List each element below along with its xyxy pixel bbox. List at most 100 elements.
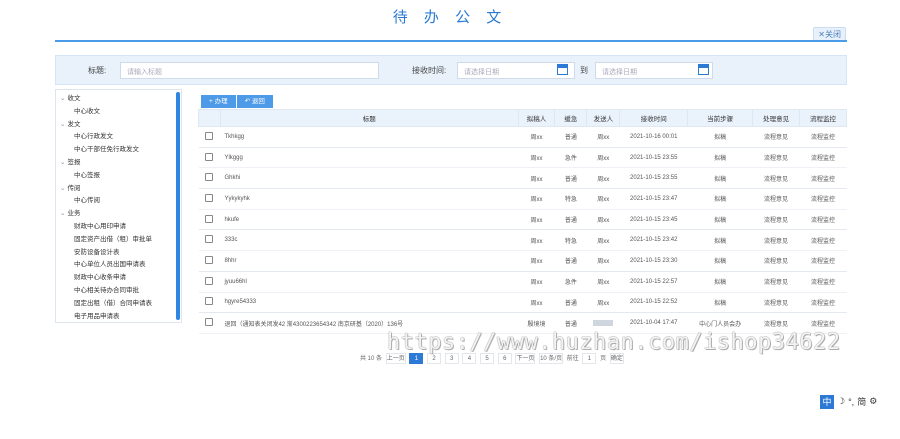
to-label: 到 xyxy=(580,66,588,75)
cell-sender: 周xx xyxy=(586,229,620,252)
cell-opinion[interactable]: 流程意见 xyxy=(752,167,800,190)
col-title[interactable]: 标题 xyxy=(219,109,519,127)
tree-group[interactable]: ⌄ 签报 xyxy=(60,156,80,166)
row-checkbox[interactable] xyxy=(205,214,214,223)
col-opinion[interactable]: 处理意见 xyxy=(752,109,801,127)
col-time[interactable]: 接收时间 xyxy=(619,109,689,127)
cell-title[interactable]: 333c xyxy=(220,229,518,252)
cell-monitor[interactable]: 流程监控 xyxy=(799,167,847,190)
col-urgency[interactable]: 缓急 xyxy=(554,109,588,127)
cell-opinion[interactable]: 流程意见 xyxy=(752,292,800,314)
row-checkbox[interactable] xyxy=(205,173,214,182)
row-checkbox[interactable] xyxy=(205,235,214,244)
cell-title[interactable]: Ylkggg xyxy=(220,147,518,169)
col-check xyxy=(198,109,221,127)
tree-item[interactable]: 财政中心用印申请 xyxy=(74,220,126,230)
tree-item[interactable]: 中心干部任免行政发文 xyxy=(74,143,139,153)
chevron-down-icon[interactable]: ⌄ xyxy=(60,210,65,217)
tree-group[interactable]: ⌄ 传阅 xyxy=(60,182,80,192)
cell-monitor[interactable]: 流程监控 xyxy=(799,126,847,148)
date-to-input[interactable]: 请选择日期 xyxy=(595,62,713,79)
tree-group[interactable]: ⌄ 发文 xyxy=(60,118,80,128)
punctuation-icon[interactable]: °, xyxy=(848,397,854,407)
table-row[interactable]: Tkhkgg 周xx 普通 周xx 2021-10-16 00:01 拟稿 流程意见 流程监控 xyxy=(198,126,847,148)
cell-monitor[interactable]: 流程监控 xyxy=(799,292,847,314)
calendar-icon[interactable] xyxy=(557,64,568,75)
table-row[interactable]: Yykykyhk 周xx 特急 周xx 2021-10-15 23:47 拟稿 流程意见 流程… xyxy=(198,188,847,210)
row-checkbox[interactable] xyxy=(205,131,214,140)
tree-group[interactable]: ⌄ 收文 xyxy=(60,92,80,102)
title-search-input[interactable]: 请输入标题 xyxy=(120,62,379,79)
tree-item[interactable]: 安防设备设计表 xyxy=(74,246,120,256)
cell-title[interactable]: Yykykyhk xyxy=(220,188,518,210)
chevron-down-icon[interactable]: ⌄ xyxy=(60,159,65,166)
simplified-icon[interactable]: 简 xyxy=(857,395,866,408)
tree-item[interactable]: 固定出租（借）合同申请表 xyxy=(74,297,152,307)
tree-item[interactable]: 中心传阅 xyxy=(74,194,100,204)
row-checkbox[interactable] xyxy=(205,318,214,327)
tree-item[interactable]: 中心收文 xyxy=(74,105,100,115)
tree-item[interactable]: 固定资产出借（租）审批单 xyxy=(74,233,152,243)
table-row[interactable]: 8hhr 周xx 普通 周xx 2021-10-15 23:30 拟稿 流程意见 流程监控 xyxy=(198,250,847,272)
cell-step: 拟稿 xyxy=(687,292,753,314)
cell-title[interactable]: hgyre54333 xyxy=(220,292,518,314)
chevron-down-icon[interactable]: ⌄ xyxy=(60,95,65,102)
cell-monitor[interactable]: 流程监控 xyxy=(799,147,847,169)
gear-icon[interactable]: ⚙ xyxy=(869,396,877,407)
table-row[interactable]: Ghkhi 周xx 普通 周xx 2021-10-15 23:55 拟稿 流程意见 流程监控 xyxy=(198,167,847,190)
col-monitor[interactable]: 流程监控 xyxy=(799,109,847,127)
table-row[interactable]: Ylkggg 周xx 急件 周xx 2021-10-15 23:55 拟稿 流程意见 流程监控 xyxy=(198,147,847,169)
cell-opinion[interactable]: 流程意见 xyxy=(752,271,800,293)
cell-monitor[interactable]: 流程监控 xyxy=(799,250,847,272)
row-checkbox-cell xyxy=(198,229,221,252)
cell-sender: 周xx xyxy=(586,147,620,169)
cell-opinion[interactable]: 流程意见 xyxy=(752,188,800,210)
tree-item[interactable]: 财政中心收条申请 xyxy=(74,271,126,281)
cell-opinion[interactable]: 流程意见 xyxy=(752,209,800,231)
table-row[interactable]: hkufe 周xx 普通 周xx 2021-10-15 23:45 拟稿 流程意见 流程监控 xyxy=(198,209,847,231)
col-drafter[interactable]: 拟稿人 xyxy=(517,109,556,127)
calendar-icon[interactable] xyxy=(698,64,709,75)
col-sender[interactable]: 发送人 xyxy=(586,109,621,127)
chevron-down-icon[interactable]: ⌄ xyxy=(60,185,65,192)
cell-title[interactable]: hkufe xyxy=(220,209,518,231)
cell-opinion[interactable]: 流程意见 xyxy=(752,147,800,169)
tree-item[interactable]: 中心行政发文 xyxy=(74,130,113,140)
tree-item[interactable]: 中心签报 xyxy=(74,169,100,179)
cell-monitor[interactable]: 流程监控 xyxy=(799,209,847,231)
moon-icon[interactable]: ☽ xyxy=(837,396,845,407)
tree-group[interactable]: ⌄ 业务 xyxy=(60,207,80,217)
cell-monitor[interactable]: 流程监控 xyxy=(799,229,847,252)
table-row[interactable]: jyuu66hl 周xx 急件 周xx 2021-10-15 22:57 拟稿 流程意见 流程… xyxy=(198,271,847,293)
cell-urgency: 普通 xyxy=(554,209,587,231)
cell-title[interactable]: Tkhkgg xyxy=(220,126,518,148)
cell-title[interactable]: jyuu66hl xyxy=(220,271,518,293)
tree-item[interactable]: 中心单位人员出国申请表 xyxy=(74,258,146,268)
cell-opinion[interactable]: 流程意见 xyxy=(752,250,800,272)
cell-opinion[interactable]: 流程意见 xyxy=(752,229,800,252)
row-checkbox[interactable] xyxy=(205,255,214,264)
page: 待 办 公 文 ✕关闭 标题: 请输入标题 接收时间: 请选择日期 到 请选择日… xyxy=(0,0,900,439)
table-row[interactable]: hgyre54333 周xx 普通 周xx 2021-10-15 22:52 拟稿 流程意见… xyxy=(198,292,847,314)
col-step[interactable]: 当前步骤 xyxy=(687,109,754,127)
chinese-mode-icon[interactable]: 中 xyxy=(820,394,834,409)
cell-title[interactable]: 8hhr xyxy=(220,250,518,272)
cell-opinion[interactable]: 流程意见 xyxy=(752,126,800,148)
row-checkbox[interactable] xyxy=(205,297,214,306)
cell-monitor[interactable]: 流程监控 xyxy=(799,271,847,293)
document-table: 标题 拟稿人 缓急 发送人 接收时间 当前步骤 处理意见 流程监控 Tkhkgg… xyxy=(198,109,847,334)
title-label: 标题: xyxy=(88,66,107,75)
row-checkbox[interactable] xyxy=(205,193,214,202)
cell-time: 2021-10-16 00:01 xyxy=(619,126,688,148)
handle-button[interactable]: + 办理 xyxy=(201,95,236,108)
back-button[interactable]: ↶ 退回 xyxy=(236,95,273,108)
row-checkbox[interactable] xyxy=(205,276,214,285)
tree-item[interactable]: 电子用品申请表 xyxy=(74,310,120,320)
cell-monitor[interactable]: 流程监控 xyxy=(799,188,847,210)
cell-title[interactable]: Ghkhi xyxy=(220,167,518,190)
chevron-down-icon[interactable]: ⌄ xyxy=(60,121,65,128)
table-row[interactable]: 333c 周xx 特急 周xx 2021-10-15 23:42 拟稿 流程意见 流程监控 xyxy=(198,229,847,252)
row-checkbox[interactable] xyxy=(205,152,214,161)
tree-item[interactable]: 中心相关待办合同审批 xyxy=(74,284,139,294)
tree-scrollbar[interactable] xyxy=(176,92,180,320)
